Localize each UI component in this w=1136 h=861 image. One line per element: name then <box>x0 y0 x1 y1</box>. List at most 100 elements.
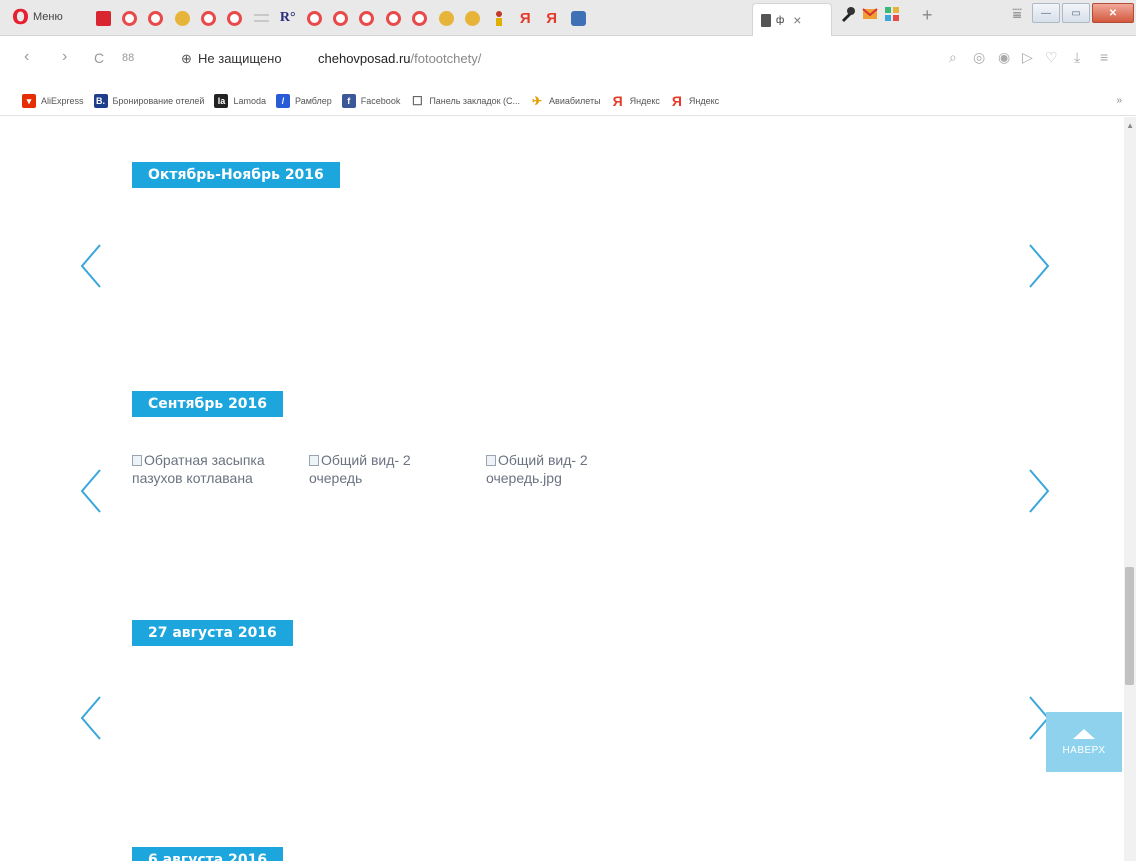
arrow-up-icon <box>1073 728 1095 739</box>
bookmark-yandex[interactable]: Я Яндекс <box>611 94 660 108</box>
grid-favicon-icon[interactable] <box>884 6 900 22</box>
tab[interactable] <box>198 6 220 30</box>
bookmark-label: Facebook <box>360 95 401 106</box>
tab[interactable] <box>435 6 457 30</box>
tab-favicon-icon <box>570 10 586 26</box>
bookmark-label: Бронирование отелей <box>112 95 205 106</box>
section-title: 6 августа 2016 <box>132 847 284 861</box>
vpn-icon[interactable]: ◉ <box>998 49 1010 66</box>
url-host: chehovposad.ru <box>318 51 411 66</box>
download-icon[interactable]: ⤓ <box>1074 49 1080 66</box>
opera-favicon-icon <box>385 10 401 26</box>
active-tab[interactable]: ф × <box>752 3 832 36</box>
tab[interactable]: Я <box>514 6 536 30</box>
tab[interactable] <box>382 6 404 30</box>
document-icon <box>761 13 771 27</box>
mail-favicon-icon[interactable] <box>862 6 878 22</box>
yandex-favicon-icon: Я <box>546 9 558 27</box>
page-scrollbar[interactable]: ▲ <box>1124 117 1136 861</box>
opera-menu-button[interactable]: O Меню <box>6 5 69 29</box>
carousel-next-button[interactable] <box>1026 241 1052 291</box>
tab[interactable] <box>567 6 589 30</box>
tab[interactable] <box>250 6 272 30</box>
globe-icon[interactable]: ⊕ <box>181 51 192 67</box>
broken-image-icon <box>486 455 496 466</box>
page-content: Октябрь-Ноябрь 2016 Сентябрь 2016 Обратн… <box>0 117 1136 861</box>
speed-dial-button[interactable]: 88 <box>122 52 134 64</box>
tab[interactable] <box>224 6 246 30</box>
menu-label: Меню <box>33 11 63 23</box>
search-icon[interactable]: ⌕ <box>949 49 957 66</box>
bookmark-rambler[interactable]: / Рамблер <box>275 93 332 108</box>
tab[interactable] <box>488 6 510 30</box>
back-to-top-button[interactable]: НАВЕРХ <box>1046 712 1122 772</box>
forward-button[interactable]: › <box>62 48 67 66</box>
bookmark-booking[interactable]: B. Бронирование отелей <box>93 93 205 108</box>
tab[interactable]: R° <box>277 6 299 30</box>
url-field[interactable]: chehovposad.ru/fotootchety/ <box>318 51 481 66</box>
bookmark-aliexpress[interactable]: ▾ AliExpress <box>22 93 84 108</box>
tab-menu-icon[interactable]: ⩸ <box>1012 6 1022 24</box>
close-window-button[interactable]: ✕ <box>1092 3 1134 23</box>
tab[interactable] <box>171 6 193 30</box>
camera-icon[interactable]: ◎ <box>973 49 985 66</box>
facebook-icon: f <box>341 93 356 108</box>
tools-favicon-icon[interactable] <box>840 6 856 22</box>
carousel-next-button[interactable] <box>1026 466 1052 516</box>
new-tab-button[interactable]: + <box>922 5 933 26</box>
bookmark-yandex[interactable]: Я Яндекс <box>670 94 719 108</box>
bookmark-lamoda[interactable]: la Lamoda <box>214 93 266 108</box>
bookmark-facebook[interactable]: f Facebook <box>341 93 401 108</box>
active-tab-title: ф <box>776 14 785 26</box>
tab[interactable] <box>461 6 483 30</box>
bookmark-label: Яндекс <box>688 95 720 106</box>
back-button[interactable]: ‹ <box>24 48 29 66</box>
section-title: Октябрь-Ноябрь 2016 <box>132 162 340 188</box>
bookmarks-more-button[interactable]: » <box>1116 95 1122 106</box>
close-tab-icon[interactable]: × <box>793 12 801 28</box>
tab-favicon-icon <box>464 10 480 26</box>
opera-favicon-icon <box>359 10 375 26</box>
easy-setup-icon[interactable]: ≡ <box>1100 49 1108 65</box>
bookmark-label: Авиабилеты <box>549 95 601 106</box>
bookmark-avia[interactable]: ✈ Авиабилеты <box>530 94 601 108</box>
tab-favicon-icon <box>174 10 190 26</box>
bookmarks-bar: ▾ AliExpress B. Бронирование отелей la Lamo… <box>0 86 1136 116</box>
heart-icon[interactable]: ♡ <box>1045 49 1058 66</box>
person-favicon-icon <box>495 11 502 26</box>
play-icon[interactable]: ▷ <box>1022 49 1033 66</box>
maximize-button[interactable]: ▭ <box>1062 3 1090 23</box>
chevron-right-icon <box>1029 469 1050 513</box>
gallery-image[interactable]: Обратная засыпка пазухов котлавана <box>132 451 292 487</box>
security-status[interactable]: Не защищено <box>198 51 282 66</box>
gallery-image[interactable]: Общий вид- 2 очередь <box>309 451 459 487</box>
scroll-up-icon[interactable]: ▲ <box>1126 121 1134 130</box>
tab[interactable] <box>303 6 325 30</box>
opera-favicon-icon <box>121 10 137 26</box>
tab[interactable] <box>118 6 140 30</box>
chevron-left-icon <box>80 244 101 288</box>
opera-favicon-icon <box>148 10 164 26</box>
bookmark-label: Lamoda <box>233 95 266 106</box>
carousel-prev-button[interactable] <box>78 241 104 291</box>
tab[interactable] <box>145 6 167 30</box>
broken-image-icon <box>309 455 319 466</box>
tab[interactable]: Я <box>541 6 563 30</box>
r-favicon-icon: R° <box>279 10 296 25</box>
yandex-favicon-icon: Я <box>519 9 531 27</box>
gallery-image[interactable]: Общий вид- 2 очередь.jpg <box>486 451 636 487</box>
list-favicon-icon <box>253 14 269 22</box>
image-alt-text: Обратная засыпка пазухов котлавана <box>132 452 265 486</box>
carousel-prev-button[interactable] <box>78 466 104 516</box>
tab[interactable] <box>330 6 352 30</box>
scrollbar-thumb[interactable] <box>1125 567 1134 685</box>
tab[interactable] <box>356 6 378 30</box>
tab[interactable] <box>92 6 114 30</box>
tab[interactable] <box>409 6 431 30</box>
bookmark-label: AliExpress <box>41 95 84 106</box>
minimize-button[interactable]: — <box>1032 3 1060 23</box>
broken-image-icon <box>132 455 142 466</box>
reload-button[interactable]: C <box>94 50 104 66</box>
carousel-prev-button[interactable] <box>78 693 104 743</box>
bookmark-folder[interactable]: ☐ Панель закладок (С... <box>410 94 520 108</box>
